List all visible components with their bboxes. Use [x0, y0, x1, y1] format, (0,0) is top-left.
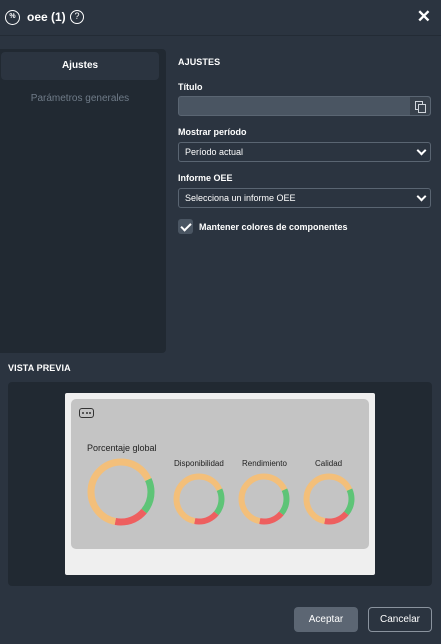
gauge-performance — [238, 473, 290, 525]
gauge-label-quality: Calidad — [315, 459, 343, 468]
preview-card: Porcentaje global Disponibilidad Rendimi… — [65, 393, 375, 575]
keep-colors-checkbox[interactable] — [178, 219, 193, 234]
title-input[interactable] — [178, 96, 431, 116]
preview-section-title: VISTA PREVIA — [8, 363, 71, 373]
title-bar: % oee (1) ? ✕ — [0, 0, 441, 36]
gauge-quality — [303, 473, 355, 525]
preview-area: Porcentaje global Disponibilidad Rendimi… — [8, 382, 432, 586]
period-select-value: Período actual — [185, 147, 244, 157]
oee-widget: Porcentaje global Disponibilidad Rendimi… — [71, 399, 369, 549]
gauge-label-performance: Rendimiento — [242, 459, 287, 468]
gauge-label-availability: Disponibilidad — [174, 459, 224, 468]
report-select-value: Selecciona un informe OEE — [185, 193, 296, 203]
more-icon — [79, 408, 94, 418]
cancel-button[interactable]: Cancelar — [368, 607, 432, 632]
close-icon[interactable]: ✕ — [417, 7, 431, 27]
report-field-label: Informe OEE — [178, 173, 233, 183]
settings-section-title: AJUSTES — [178, 57, 221, 67]
report-select[interactable]: Selecciona un informe OEE — [178, 188, 431, 208]
keep-colors-label: Mantener colores de componentes — [199, 222, 348, 232]
percent-icon: % — [5, 10, 20, 25]
tab-ajustes[interactable]: Ajustes — [1, 52, 159, 80]
help-icon[interactable]: ? — [70, 10, 84, 24]
title-field-label: Título — [178, 82, 203, 92]
window-title: oee (1) — [27, 10, 66, 24]
chevron-down-icon — [416, 145, 427, 156]
chevron-down-icon — [416, 191, 427, 202]
gauge-availability — [173, 473, 225, 525]
sidebar-item-parametros-generales[interactable]: Parámetros generales — [0, 93, 160, 104]
translate-icon[interactable] — [410, 97, 430, 115]
period-select[interactable]: Período actual — [178, 142, 431, 162]
accept-button[interactable]: Aceptar — [294, 607, 358, 632]
settings-sidebar: Ajustes Parámetros generales — [0, 49, 166, 353]
gauge-global — [87, 458, 155, 526]
period-field-label: Mostrar período — [178, 127, 247, 137]
gauge-label-global: Porcentaje global — [87, 443, 157, 453]
